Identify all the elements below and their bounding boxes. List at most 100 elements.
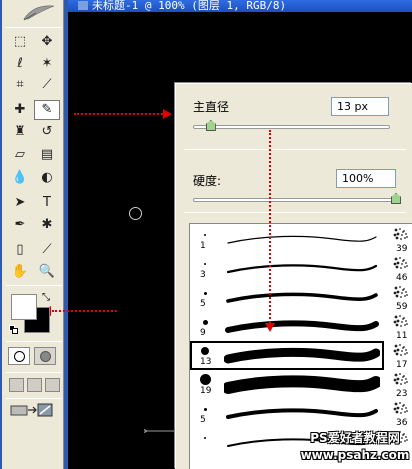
jump-to-imageready-icon[interactable] — [10, 403, 58, 417]
quick-mask-mode-button[interactable] — [34, 347, 56, 365]
toolbox-separator — [6, 372, 62, 373]
brush-tip-preview: 1 — [190, 225, 220, 254]
brush-preset-number: 11 — [396, 331, 408, 341]
document-title-bar[interactable]: 未标题-1 @ 100% (图层 1, RGB/8) — [68, 0, 412, 12]
annotation-arrow-head — [163, 109, 172, 119]
brush-cursor-icon — [129, 207, 142, 220]
toolbox-separator — [6, 398, 62, 399]
brush-preset-thumb: 46 — [388, 254, 412, 283]
brush-preset-item[interactable]: 5 59 — [190, 283, 412, 312]
brush-preset-item[interactable]: 13 17 — [190, 341, 412, 370]
brush-size-label: 1 — [200, 241, 206, 251]
default-colors-icon[interactable] — [9, 325, 18, 334]
document-icon — [78, 1, 88, 10]
selection-highlight — [190, 341, 384, 370]
hardness-slider[interactable] — [193, 198, 397, 202]
eraser-tool-icon[interactable]: ▱ — [7, 145, 33, 165]
brush-size-label: 5 — [200, 299, 206, 309]
brush-stroke-preview — [226, 264, 378, 274]
standard-screen-mode-button[interactable] — [9, 378, 24, 392]
brush-preset-thumb: 39 — [388, 225, 412, 254]
brush-tip-preview: 5 — [190, 399, 220, 428]
move-tool-icon[interactable]: ✥ — [34, 32, 60, 52]
brush-preset-item[interactable]: 1 39 — [190, 225, 412, 254]
splatter-brush-icon — [393, 315, 408, 327]
splatter-brush-icon — [393, 402, 408, 414]
panel-divider — [184, 212, 406, 213]
slice-tool-icon[interactable]: ⟋ — [34, 75, 60, 95]
brush-preset-number: 36 — [396, 418, 408, 428]
brush-size-label: 19 — [200, 386, 212, 396]
toolbox-separator — [6, 341, 62, 342]
brush-size-label: 5 — [200, 415, 206, 425]
eyedropper-tool-icon[interactable]: ⟋ — [34, 240, 60, 260]
custom-shape-tool-icon[interactable]: ✱ — [34, 215, 60, 235]
hardness-label: 硬度: — [193, 174, 222, 188]
hardness-slider-thumb[interactable] — [391, 193, 401, 204]
notes-tool-icon[interactable]: ▯ — [7, 240, 33, 260]
toolbox-separator — [6, 27, 62, 28]
brush-preset-number: 17 — [396, 360, 408, 370]
full-screen-menu-mode-button[interactable] — [27, 378, 42, 392]
splatter-brush-icon — [393, 344, 408, 356]
brush-preset-item[interactable]: 3 46 — [190, 254, 412, 283]
brush-stroke-preview — [224, 375, 380, 394]
lasso-tool-icon[interactable]: ℓ — [7, 54, 33, 74]
brush-tip-preview — [190, 428, 220, 457]
brush-tip-preview: 9 — [190, 312, 220, 341]
standard-mode-button[interactable] — [8, 347, 30, 365]
brush-tip-preview: 19 — [190, 370, 220, 399]
full-screen-mode-button[interactable] — [45, 378, 60, 392]
brush-preset-item[interactable]: 19 23 — [190, 370, 412, 399]
brush-preset-thumb: 17 — [388, 341, 412, 370]
toolbox: ⬚ ✥ ℓ ✶ ⌗ ⟋ ✚ ✎ ♜ ↺ ▱ ▤ 💧 ◐ ➤ T ✒ ✱ ▯ ⟋ ✋ 🔍 ⤡ — [2, 0, 64, 469]
annotation-arrow-head — [265, 323, 275, 332]
brush-preset-picker: 主直径 13 px 硬度: 100% 1 39 3 46 5 59 9 11 13 17 19 23 5… — [175, 83, 412, 469]
brush-preset-thumb: 11 — [388, 312, 412, 341]
brush-preset-thumb: 36 — [388, 399, 412, 428]
brush-stroke-preview — [226, 408, 378, 419]
type-tool-icon[interactable]: T — [34, 193, 60, 213]
magic-wand-tool-icon[interactable]: ✶ — [34, 54, 60, 74]
master-diameter-slider-thumb[interactable] — [205, 120, 216, 131]
hardness-field[interactable]: 100% — [336, 169, 396, 188]
brush-size-label: 3 — [200, 270, 206, 280]
brush-preset-item[interactable]: 5 36 — [190, 399, 412, 428]
brush-size-label: 9 — [200, 328, 206, 338]
master-diameter-slider[interactable] — [193, 125, 390, 129]
watermark: PS爱好者教程网 www.psahz.com — [300, 430, 410, 464]
document-title: 未标题-1 @ 100% (图层 1, RGB/8) — [92, 0, 287, 12]
splatter-brush-icon — [393, 228, 408, 240]
brush-tool-icon[interactable]: ✎ — [34, 100, 60, 120]
master-diameter-label: 主直径 — [193, 100, 230, 114]
annotation-arrow-line — [52, 310, 117, 312]
brush-preset-number: 59 — [396, 302, 408, 312]
dodge-tool-icon[interactable]: ◐ — [34, 168, 60, 188]
toolbox-frame: ⬚ ✥ ℓ ✶ ⌗ ⟋ ✚ ✎ ♜ ↺ ▱ ▤ 💧 ◐ ➤ T ✒ ✱ ▯ ⟋ ✋ 🔍 ⤡ — [0, 0, 68, 469]
blur-tool-icon[interactable]: 💧 — [7, 168, 33, 188]
brush-preset-thumb: 23 — [388, 370, 412, 399]
feather-logo-icon — [23, 5, 55, 21]
clone-stamp-tool-icon[interactable]: ♜ — [7, 122, 33, 142]
healing-brush-tool-icon[interactable]: ✚ — [7, 100, 33, 120]
swap-colors-icon[interactable]: ⤡ — [42, 292, 50, 303]
history-brush-tool-icon[interactable]: ↺ — [34, 122, 60, 142]
gradient-tool-icon[interactable]: ▤ — [34, 145, 60, 165]
master-diameter-field[interactable]: 13 px — [331, 97, 389, 116]
zoom-tool-icon[interactable]: 🔍 — [34, 262, 60, 282]
watermark-url: www.psahz.com — [300, 448, 410, 462]
splatter-brush-icon — [393, 286, 408, 298]
pen-tool-icon[interactable]: ✒ — [7, 215, 33, 235]
brush-preset-item[interactable]: 9 11 — [190, 312, 412, 341]
brush-preset-number: 39 — [396, 244, 408, 254]
annotation-arrow-line — [269, 130, 271, 326]
brush-preset-number: 46 — [396, 273, 408, 283]
foreground-color-swatch[interactable] — [11, 294, 37, 320]
splatter-brush-icon — [393, 257, 408, 269]
crop-tool-icon[interactable]: ⌗ — [7, 75, 33, 95]
hand-tool-icon[interactable]: ✋ — [7, 262, 33, 282]
marquee-tool-icon[interactable]: ⬚ — [7, 32, 33, 52]
photoshop-workspace: ⬚ ✥ ℓ ✶ ⌗ ⟋ ✚ ✎ ♜ ↺ ▱ ▤ 💧 ◐ ➤ T ✒ ✱ ▯ ⟋ ✋ 🔍 ⤡ — [0, 0, 412, 469]
path-selection-tool-icon[interactable]: ➤ — [7, 193, 33, 213]
toolbox-separator — [6, 285, 62, 286]
